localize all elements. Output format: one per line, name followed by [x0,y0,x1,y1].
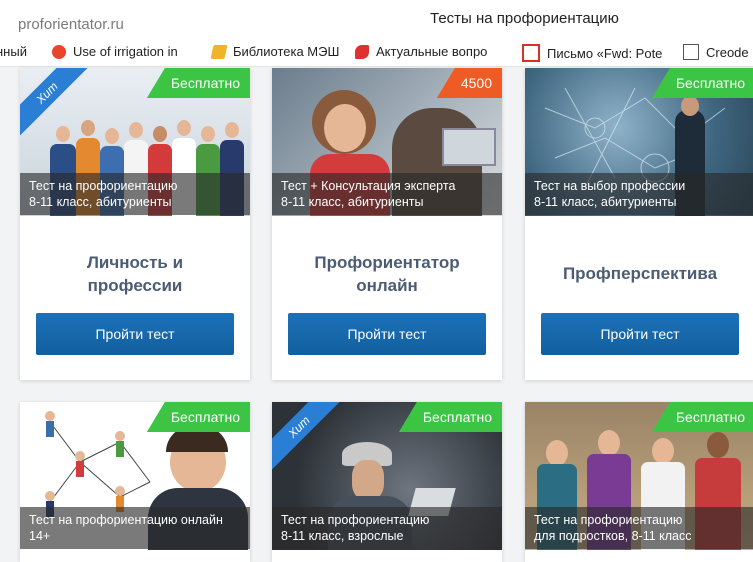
bookmark-mail[interactable]: Письмо «Fwd: Pote [522,44,662,62]
card-image[interactable]: 4500 Тест + Консультация эксперта 8-11 к… [272,68,502,216]
bookmark-label: Use of irrigation in [73,44,178,59]
library-icon [210,44,228,59]
leaf-icon [355,44,369,59]
card-title[interactable]: Профперспектива [525,262,753,285]
card-image[interactable]: Бесплатно Тест на выбор профессии 8-11 к… [525,68,753,216]
caption-line: Тест на профориентацию [281,513,430,527]
irrigation-icon [52,44,66,59]
bookmark-creode[interactable]: Creode [683,44,749,60]
caption-line: для подростков, 8-11 класс [534,529,692,543]
card-caption: Тест + Консультация эксперта 8-11 класс,… [272,173,502,215]
test-card-teens[interactable]: Бесплатно Тест на профориентацию для под… [525,402,753,562]
card-image[interactable]: Бесплатно Тест на профориентацию онлайн … [20,402,250,550]
test-card-online[interactable]: 4500 Тест + Консультация эксперта 8-11 к… [272,68,502,380]
card-caption: Тест на профориентацию для подростков, 8… [525,507,753,549]
card-image[interactable]: Бесплатно Тест на профориентацию для под… [525,402,753,550]
bookmark-label: Письмо «Fwd: Pote [547,45,663,61]
card-title-line: Личность и [86,253,184,272]
page-title: Тесты на профориентацию [430,10,619,27]
take-test-button[interactable]: Пройти тест [288,313,486,355]
card-title-line: Профориентатор [314,253,460,272]
card-image[interactable]: Хит Бесплатно Тест на профориентацию 8-1… [272,402,502,550]
card-title[interactable]: Профориентатор онлайн [272,251,502,297]
caption-line: 8-11 класс, абитуриенты [281,195,424,209]
take-test-button[interactable]: Пройти тест [36,313,234,355]
test-card-online-14[interactable]: Бесплатно Тест на профориентацию онлайн … [20,402,250,562]
bookmarks-bar: нный Use of irrigation in Библиотека МЭШ… [0,38,753,67]
caption-line: 8-11 класс, абитуриенты [29,195,172,209]
document-icon [683,44,699,60]
mail-icon [522,44,540,62]
caption-line: Тест на профориентацию [29,179,178,193]
test-card-perspective[interactable]: Бесплатно Тест на выбор профессии 8-11 к… [525,68,753,380]
caption-line: Тест на профориентацию [534,513,683,527]
bookmark-library[interactable]: Библиотека МЭШ [210,44,340,59]
bookmark-label: Актуальные вопро [376,44,488,59]
card-caption: Тест на профориентацию 8-11 класс, взрос… [272,507,502,550]
bookmark-actual[interactable]: Актуальные вопро [355,44,487,59]
bookmark-label: Creode [706,44,749,60]
caption-line: Тест + Консультация эксперта [281,179,456,193]
card-title-line: профессии [87,276,183,295]
browser-titlebar: proforientator.ru Тесты на профориентаци… [0,0,753,38]
caption-line: 8-11 класс, абитуриенты [534,195,677,209]
caption-line: 14+ [29,529,51,543]
card-title-line: онлайн [356,276,418,295]
card-title[interactable]: Личность и профессии [20,251,250,297]
bookmark-label: нный [0,44,27,59]
bookmark-partial[interactable]: нный [0,44,27,59]
bookmark-irrigation[interactable]: Use of irrigation in [52,44,178,59]
card-image[interactable]: Хит Бесплатно Тест на профориентацию 8-1… [20,68,250,216]
caption-line: Тест на выбор профессии [534,179,686,193]
free-badge: Бесплатно [146,402,250,432]
card-caption: Тест на выбор профессии 8-11 класс, абит… [525,173,753,215]
free-badge: Бесплатно [398,402,502,432]
bookmark-label: Библиотека МЭШ [233,44,340,59]
take-test-button[interactable]: Пройти тест [541,313,739,355]
card-title-line: Профперспектива [562,264,718,283]
caption-line: 8-11 класс, взрослые [281,529,404,543]
free-badge: Бесплатно [146,68,250,98]
caption-line: Тест на профориентацию онлайн [29,513,223,527]
test-card-adults[interactable]: Хит Бесплатно Тест на профориентацию 8-1… [272,402,502,562]
card-caption: Тест на профориентацию 8-11 класс, абиту… [20,173,250,215]
card-caption: Тест на профориентацию онлайн 14+ [20,507,250,549]
site-name[interactable]: proforientator.ru [18,16,124,33]
test-card-personality[interactable]: Хит Бесплатно Тест на профориентацию 8-1… [20,68,250,380]
